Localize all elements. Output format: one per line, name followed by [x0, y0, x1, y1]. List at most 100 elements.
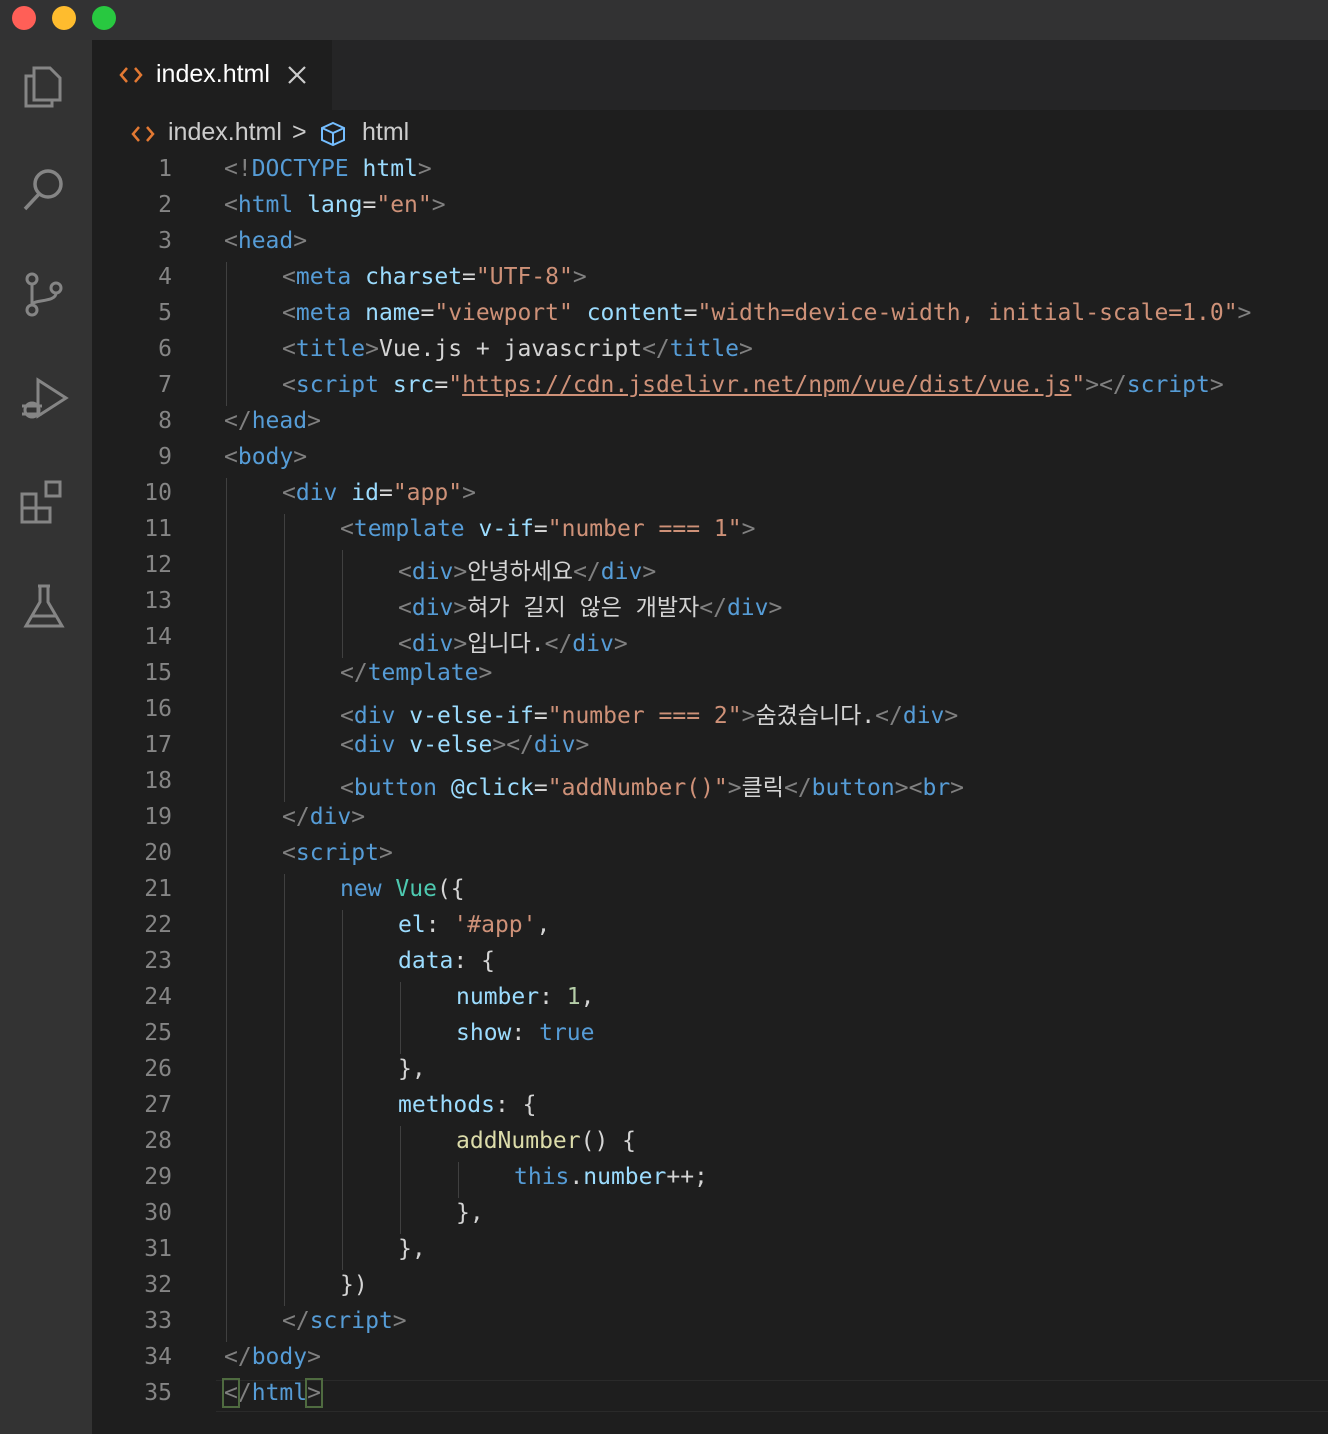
indent-guide	[226, 298, 227, 334]
line-number: 32	[144, 1272, 172, 1298]
explorer-icon[interactable]	[16, 58, 72, 114]
code-token: :	[539, 984, 567, 1010]
code-line[interactable]: 35 </html>	[92, 1378, 1328, 1414]
code-line[interactable]: 1 <!DOCTYPE html>	[92, 154, 1328, 190]
code-line[interactable]: 32})	[92, 1270, 1328, 1306]
indent-guide	[226, 1198, 227, 1234]
extensions-icon[interactable]	[16, 474, 72, 530]
indent-guide	[284, 550, 285, 586]
code-line[interactable]: 2 <html lang="en">	[92, 190, 1328, 226]
code-line[interactable]: 12 <div>안녕하세요</div>	[92, 550, 1328, 586]
code-token: head	[237, 228, 294, 254]
code-line[interactable]: 4 <meta charset="UTF-8">	[92, 262, 1328, 298]
code-text: <meta name="viewport" content="width=dev…	[282, 300, 1251, 326]
code-line[interactable]: 6 <title>Vue.js + javascript</title>	[92, 334, 1328, 370]
code-line[interactable]: 28 addNumber() {	[92, 1126, 1328, 1162]
code-line[interactable]: 27 methods: {	[92, 1090, 1328, 1126]
code-token: "UTF-8"	[475, 264, 573, 290]
code-line[interactable]: 16 <div v-else-if="number === 2">숨겼습니다.</…	[92, 694, 1328, 730]
code-line[interactable]: 24 number: 1,	[92, 982, 1328, 1018]
run-debug-icon[interactable]	[16, 370, 72, 426]
code-line[interactable]: 14 <div>입니다.</div>	[92, 622, 1328, 658]
code-line[interactable]: 19 </div>	[92, 802, 1328, 838]
code-token: v-if	[478, 516, 534, 542]
code-token: =	[462, 264, 476, 290]
code-line[interactable]: 33 </script>	[92, 1306, 1328, 1342]
close-icon[interactable]	[286, 64, 308, 86]
code-text: <div>안녕하세요</div>	[398, 552, 656, 586]
breadcrumb-file[interactable]: index.html	[168, 118, 282, 147]
close-window-button[interactable]	[12, 6, 36, 30]
code-line[interactable]: 25 show: true	[92, 1018, 1328, 1054]
code-line[interactable]: 21 new Vue({	[92, 874, 1328, 910]
code-token: =	[420, 300, 435, 326]
indent-guide	[226, 694, 227, 730]
code-line[interactable]: 26},	[92, 1054, 1328, 1090]
code-token: content	[586, 300, 684, 326]
code-line[interactable]: 30},	[92, 1198, 1328, 1234]
code-token: div	[902, 703, 945, 729]
code-token: "	[1071, 372, 1086, 398]
tab-index-html[interactable]: index.html	[92, 40, 332, 110]
code-token: >	[462, 480, 476, 506]
code-line[interactable]: 11 <template v-if="number === 1">	[92, 514, 1328, 550]
indent-guide	[342, 1198, 343, 1234]
code-line[interactable]: 5 <meta name="viewport" content="width=de…	[92, 298, 1328, 334]
code-line[interactable]: 23 data: {	[92, 946, 1328, 982]
code-editor[interactable]: 1 <!DOCTYPE html> 2 <html lang="en"> 3 <head>…	[92, 154, 1328, 1434]
indent-guide	[284, 910, 285, 946]
source-control-icon[interactable]	[16, 266, 72, 322]
line-number: 5	[158, 300, 172, 326]
code-token: div	[533, 732, 576, 758]
code-text: this.number++;	[514, 1164, 708, 1190]
code-token: () {	[580, 1128, 637, 1154]
code-token: =	[533, 516, 548, 542]
code-line[interactable]: 13 <div>혀가 길지 않은 개발자</div>	[92, 586, 1328, 622]
code-token: DOCTYPE	[251, 156, 349, 182]
code-text: <div v-else></div>	[340, 732, 589, 758]
code-token: >	[293, 228, 308, 254]
code-token: <	[282, 336, 296, 362]
code-line[interactable]: 22 el: '#app',	[92, 910, 1328, 946]
code-line[interactable]: 10 <div id="app">	[92, 478, 1328, 514]
code-token: /	[237, 1380, 252, 1406]
code-token: >	[378, 840, 393, 866]
code-token: })	[340, 1272, 368, 1298]
line-number: 29	[144, 1164, 172, 1190]
code-token: ,	[536, 912, 551, 938]
indent-guide	[342, 982, 343, 1018]
line-number: 1	[158, 156, 172, 182]
code-token: >	[392, 1308, 407, 1334]
code-line[interactable]: 31},	[92, 1234, 1328, 1270]
testing-icon[interactable]	[16, 578, 72, 634]
code-text: <html lang="en">	[224, 192, 446, 218]
indent-guide	[226, 946, 227, 982]
code-line[interactable]: 18 <button @click="addNumber()">클릭</butto…	[92, 766, 1328, 802]
code-line[interactable]: 9 <body>	[92, 442, 1328, 478]
breadcrumb-symbol[interactable]: html	[362, 118, 409, 147]
indent-guide	[226, 982, 227, 1018]
maximize-window-button[interactable]	[92, 6, 116, 30]
minimize-window-button[interactable]	[52, 6, 76, 30]
code-token: >	[307, 1344, 321, 1370]
code-line[interactable]: 7 <script src="https://cdn.jsdelivr.net/n…	[92, 370, 1328, 406]
code-token: div	[572, 631, 614, 657]
code-line[interactable]: 8 </head>	[92, 406, 1328, 442]
code-token: =	[434, 372, 449, 398]
code-token: button	[353, 775, 437, 801]
code-token: },	[398, 1236, 426, 1262]
code-text: </body>	[224, 1344, 321, 1370]
code-line[interactable]: 15 </template>	[92, 658, 1328, 694]
indent-guide	[226, 802, 227, 838]
indent-guide	[342, 1018, 343, 1054]
code-line[interactable]: 34 </body>	[92, 1342, 1328, 1378]
code-line[interactable]: 3 <head>	[92, 226, 1328, 262]
code-line[interactable]: 20 <script>	[92, 838, 1328, 874]
code-token: number	[583, 1164, 667, 1190]
code-line[interactable]: 29 this.number++;	[92, 1162, 1328, 1198]
code-line[interactable]: 17 <div v-else></div>	[92, 730, 1328, 766]
search-icon[interactable]	[16, 162, 72, 218]
